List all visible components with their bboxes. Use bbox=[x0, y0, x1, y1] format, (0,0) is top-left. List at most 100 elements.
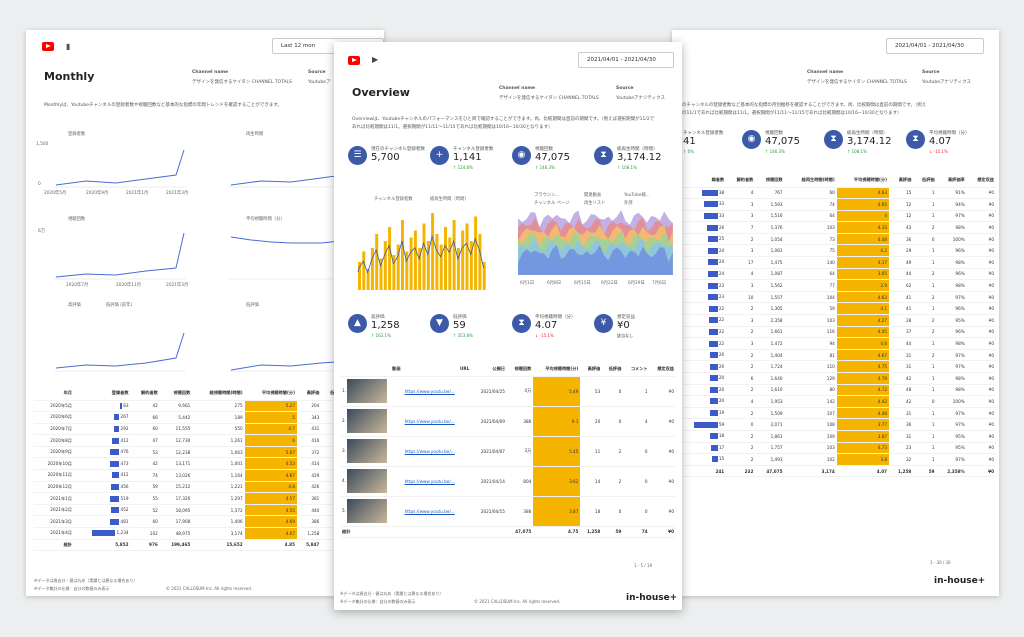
table-cell: 48,975 bbox=[159, 527, 193, 540]
table-cell: ¥0 bbox=[966, 187, 996, 200]
video-row[interactable]: 1. https://www.youtu.be/... 2021/04/25 4万 5… bbox=[340, 376, 676, 407]
table-cell: 44 bbox=[889, 337, 914, 350]
video-link[interactable]: https://www.youtu.be/... bbox=[402, 496, 472, 527]
column-header[interactable]: 公開日 bbox=[471, 362, 507, 377]
value-bar bbox=[708, 282, 718, 289]
table-cell: 75 bbox=[784, 244, 837, 258]
table-cell: 410 bbox=[297, 434, 322, 447]
column-header[interactable]: URL bbox=[402, 362, 472, 377]
column-header[interactable]: 録者数 bbox=[678, 173, 727, 188]
column-header[interactable]: 高評価 bbox=[580, 362, 603, 377]
table-row: 33 3 1,516 64 4 12 1 97% ¥0 bbox=[678, 210, 996, 223]
table-cell: 98% bbox=[936, 337, 967, 350]
table-cell: 59 bbox=[913, 465, 937, 478]
video-cell[interactable]: 3. bbox=[340, 436, 403, 467]
value-bar bbox=[109, 495, 120, 502]
column-header[interactable]: 動画 bbox=[340, 362, 403, 377]
pagination[interactable]: 1 - 30 / 30 bbox=[930, 560, 951, 565]
column-header[interactable]: 解約者数 bbox=[130, 386, 160, 401]
brand-logo: in-house+ bbox=[934, 576, 986, 586]
video-link[interactable]: https://www.youtu.be/... bbox=[402, 406, 472, 437]
table-cell: 3.65 bbox=[836, 268, 890, 281]
column-header[interactable]: 登録者数 bbox=[73, 386, 131, 401]
table-cell: 15 bbox=[678, 453, 727, 466]
table-cell: 15,652 bbox=[192, 539, 245, 552]
column-header[interactable]: コメント bbox=[623, 362, 650, 377]
table-cell: 2020年7月 bbox=[34, 423, 74, 436]
video-link[interactable]: https://www.youtu.be/... bbox=[402, 376, 472, 407]
column-header[interactable]: 総再生時間(時間) bbox=[784, 173, 837, 188]
table-row: 2020年11月 4127413,0261,1644.67429997 bbox=[34, 469, 374, 482]
x-tick: 6月1日 bbox=[520, 281, 535, 286]
video-row[interactable]: 3. https://www.youtu.be/... 2021/04/07 3万 5… bbox=[340, 436, 676, 467]
kpi-value: 1,141 bbox=[453, 152, 482, 163]
chart-bar bbox=[388, 227, 392, 290]
video-link[interactable]: https://www.youtu.be/... bbox=[402, 466, 472, 497]
column-header[interactable]: 視聴回数 bbox=[159, 386, 193, 401]
video-cell[interactable]: 5. bbox=[340, 496, 403, 527]
date-range-selector[interactable]: 2021/04/01 - 2021/04/30 bbox=[886, 38, 984, 54]
video-row[interactable]: 2. https://www.youtu.be/... 2021/04/09 386… bbox=[340, 406, 676, 437]
table-cell: 4 bbox=[726, 187, 756, 200]
table-row: 2021年1月 5195517,3201,2974.57381897 bbox=[34, 492, 374, 505]
table-cell: 0 bbox=[623, 466, 650, 497]
bar-chart-icon[interactable]: ▮ bbox=[66, 42, 70, 51]
video-link[interactable]: https://www.youtu.be/... bbox=[402, 436, 472, 467]
column-header[interactable]: 視聴回数 bbox=[506, 362, 534, 377]
video-thumbnail[interactable] bbox=[347, 499, 388, 523]
table-cell: 17,908 bbox=[159, 515, 193, 529]
value-bar bbox=[707, 247, 718, 254]
table-cell: 18,095 bbox=[159, 504, 193, 517]
nav-arrow-icon[interactable]: ▶ bbox=[372, 55, 378, 64]
column-header[interactable]: 高評価 bbox=[297, 386, 322, 401]
video-thumbnail[interactable] bbox=[347, 409, 388, 433]
date-range-selector[interactable]: 2021/04/01 - 2021/04/30 bbox=[578, 52, 674, 68]
table-cell: 4.48 bbox=[836, 407, 890, 420]
table-header: 録者数 解約者数 視聴回数 総再生時間(時間) 平均視聴時間(分) 高評価 低評価 高評価率想… bbox=[678, 173, 996, 188]
table-cell: 91% bbox=[936, 187, 967, 200]
pagination[interactable]: 1 - 5 / 19 bbox=[634, 563, 652, 568]
x-tick: 2020年7月 bbox=[66, 283, 89, 288]
table-row: 20 2 1,724 110 4.75 31 1 97% ¥0 bbox=[678, 360, 996, 373]
table-cell: 1 bbox=[913, 302, 937, 316]
column-header[interactable]: 想定収益 bbox=[966, 173, 996, 188]
column-header[interactable]: 高評価率 bbox=[936, 173, 967, 188]
table-cell: 2 bbox=[726, 360, 756, 373]
column-header[interactable]: 視聴回数 bbox=[755, 173, 785, 188]
column-header[interactable]: 平均視聴時間(分) bbox=[836, 173, 890, 188]
video-row[interactable]: 4. https://www.youtu.be/... 2021/04/14 804… bbox=[340, 466, 676, 497]
column-header[interactable]: 高評価 bbox=[889, 173, 914, 188]
video-cell[interactable]: 4. bbox=[340, 466, 403, 497]
video-cell[interactable]: 2. bbox=[340, 406, 403, 437]
table-row: 23 10 1,557 104 4.63 41 2 97% ¥0 bbox=[678, 291, 996, 304]
table-cell: 1 bbox=[913, 453, 937, 466]
video-row[interactable]: 5. https://www.youtu.be/... 2021/04/15 386… bbox=[340, 496, 676, 527]
table-cell: 372 bbox=[297, 446, 322, 459]
table-cell: 12 bbox=[889, 210, 914, 223]
column-header[interactable]: 解約者数 bbox=[726, 173, 756, 188]
table-cell: 1,475 bbox=[755, 256, 785, 269]
table-cell: 42 bbox=[889, 395, 914, 408]
table-cell: ¥0 bbox=[966, 221, 996, 234]
table-cell: ¥0 bbox=[966, 465, 996, 478]
legend-item: 低評価 (前年) bbox=[106, 303, 133, 308]
video-thumbnail[interactable] bbox=[347, 469, 388, 493]
video-cell[interactable]: 1. bbox=[340, 376, 403, 407]
column-header[interactable]: 低評価 bbox=[602, 362, 624, 377]
table-cell: 36 bbox=[889, 418, 914, 431]
column-header[interactable]: 想定収益 bbox=[649, 362, 676, 377]
column-header[interactable]: 総視聴時間(時間) bbox=[192, 386, 245, 401]
column-header[interactable]: 年月 bbox=[34, 386, 74, 401]
column-header[interactable]: 平均視聴時間(分) bbox=[244, 386, 298, 401]
table-cell: 2020年8月 bbox=[34, 434, 74, 447]
video-thumbnail[interactable] bbox=[347, 379, 388, 403]
table-cell: 2 bbox=[726, 326, 756, 339]
table-cell: 41 bbox=[889, 302, 914, 316]
views-line bbox=[55, 232, 185, 278]
video-thumbnail[interactable] bbox=[347, 439, 388, 463]
column-header[interactable]: 平均視聴時間(分) bbox=[533, 362, 581, 377]
chart-bar bbox=[413, 230, 417, 290]
column-header[interactable]: 低評価 bbox=[913, 173, 937, 188]
source-label: Source bbox=[616, 86, 634, 91]
x-tick: 6月29日 bbox=[628, 281, 645, 286]
